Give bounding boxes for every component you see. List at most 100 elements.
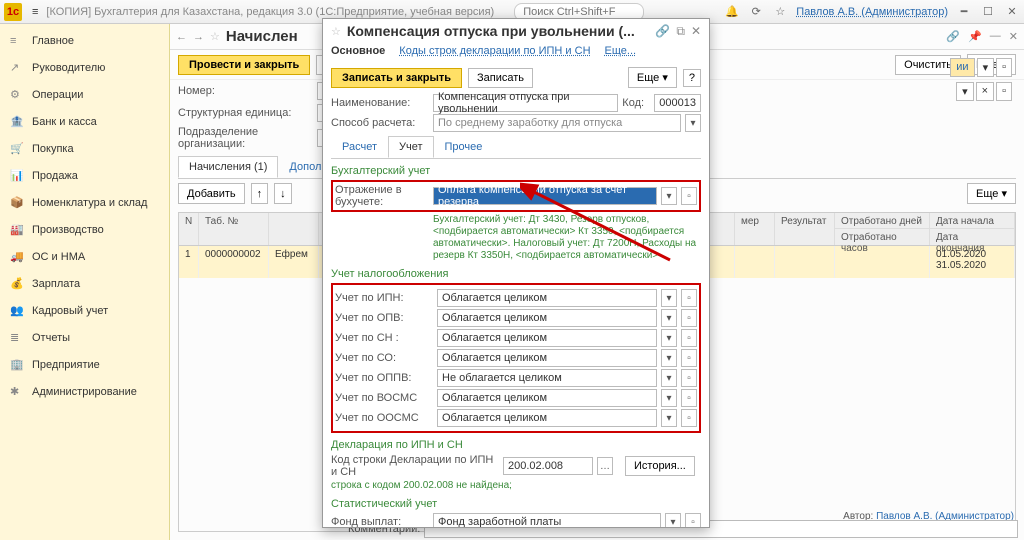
open-icon[interactable]: ▫ bbox=[681, 309, 697, 327]
nav-label: Отчеты bbox=[32, 332, 70, 344]
tab-accruals[interactable]: Начисления (1) bbox=[178, 156, 278, 178]
close-icon[interactable]: ✕ bbox=[691, 24, 701, 38]
link-icon[interactable]: 🔗 bbox=[946, 30, 960, 43]
more-button[interactable]: Еще ▾ bbox=[628, 67, 677, 88]
minimize-icon[interactable]: — bbox=[990, 30, 1001, 43]
pin-icon[interactable]: 📌 bbox=[968, 30, 982, 43]
nav-salary[interactable]: 💰Зарплата bbox=[0, 270, 169, 297]
cell-tab: 0000000002 bbox=[199, 246, 269, 278]
nav-reports[interactable]: ≣Отчеты bbox=[0, 324, 169, 351]
tax-field[interactable]: Облагается целиком bbox=[437, 329, 657, 347]
history-button[interactable]: История... bbox=[625, 456, 695, 476]
dropdown-icon[interactable]: ▾ bbox=[661, 329, 677, 347]
code-field[interactable]: 000013 bbox=[654, 94, 701, 112]
nav-bank[interactable]: 🏦Банк и касса bbox=[0, 108, 169, 135]
tax-field[interactable]: Облагается целиком bbox=[437, 289, 657, 307]
open-icon[interactable]: ▫ bbox=[681, 187, 697, 205]
fav-icon[interactable]: ☆ bbox=[331, 25, 341, 38]
forward-icon[interactable]: → bbox=[193, 31, 204, 43]
nav-sales[interactable]: 📊Продажа bbox=[0, 162, 169, 189]
name-label: Наименование: bbox=[331, 97, 429, 109]
date-start: 01.05.2020 bbox=[936, 249, 1008, 260]
tax-field[interactable]: Облагается целиком bbox=[437, 389, 657, 407]
tax-field[interactable]: Облагается целиком bbox=[437, 409, 657, 427]
nav-manager[interactable]: ↗Руководителю bbox=[0, 54, 169, 81]
nav-hr[interactable]: 👥Кадровый учет bbox=[0, 297, 169, 324]
building-icon: 🏢 bbox=[10, 358, 24, 371]
dropdown-icon[interactable]: ▾ bbox=[661, 389, 677, 407]
open-icon[interactable]: ▫ bbox=[681, 389, 697, 407]
fund-field[interactable]: Фонд заработной платы bbox=[433, 513, 661, 527]
dropdown-icon[interactable]: ▾ bbox=[956, 82, 974, 101]
dropdown-icon[interactable]: ▾ bbox=[685, 114, 701, 132]
tab-other[interactable]: Прочее bbox=[434, 136, 494, 158]
star-icon[interactable]: ☆ bbox=[772, 5, 788, 18]
dropdown-icon[interactable]: ▾ bbox=[661, 289, 677, 307]
open-icon[interactable]: ▫ bbox=[681, 349, 697, 367]
dropdown-icon[interactable]: ▾ bbox=[977, 58, 995, 77]
close-icon[interactable]: ✕ bbox=[1009, 30, 1018, 43]
nav-purchase[interactable]: 🛒Покупка bbox=[0, 135, 169, 162]
link-ipn[interactable]: Коды строк декларации по ИПН и СН bbox=[399, 45, 590, 57]
nav-stock[interactable]: 📦Номенклатура и склад bbox=[0, 189, 169, 216]
fav-icon[interactable]: ☆ bbox=[210, 30, 220, 43]
open-icon[interactable]: ▫ bbox=[685, 513, 701, 527]
menu-icon[interactable]: ≡ bbox=[32, 6, 38, 18]
tax-field[interactable]: Облагается целиком bbox=[437, 309, 657, 327]
dropdown-icon[interactable]: ▾ bbox=[661, 369, 677, 387]
post-close-button[interactable]: Провести и закрыть bbox=[178, 55, 310, 75]
open-icon[interactable]: ▫ bbox=[681, 369, 697, 387]
open-icon[interactable]: ▫ bbox=[681, 409, 697, 427]
dropdown-icon[interactable]: ▾ bbox=[661, 409, 677, 427]
dropdown-icon[interactable]: ▾ bbox=[661, 309, 677, 327]
nav-label: Банк и касса bbox=[32, 116, 97, 128]
user-link[interactable]: Павлов А.В. (Администратор) bbox=[796, 6, 948, 18]
decl-code-field[interactable]: 200.02.008 bbox=[503, 457, 593, 475]
maximize-icon[interactable]: ☐ bbox=[980, 5, 996, 18]
open-icon[interactable]: ▫ bbox=[681, 289, 697, 307]
pick-icon[interactable]: … bbox=[597, 457, 613, 475]
dropdown-icon[interactable]: ▾ bbox=[661, 187, 677, 205]
reflection-field[interactable]: Оплата компенсации отпуска за счет резер… bbox=[433, 187, 657, 205]
grid-more-button[interactable]: Еще ▾ bbox=[967, 183, 1016, 204]
nav-assets[interactable]: 🚚ОС и НМА bbox=[0, 243, 169, 270]
save-button[interactable]: Записать bbox=[468, 68, 533, 88]
refresh-icon[interactable]: ⟳ bbox=[748, 5, 764, 18]
nav-admin[interactable]: ✱Администрирование bbox=[0, 378, 169, 405]
minimize-icon[interactable]: ━ bbox=[956, 5, 972, 18]
nav-company[interactable]: 🏢Предприятие bbox=[0, 351, 169, 378]
link-icon[interactable]: 🔗 bbox=[655, 24, 670, 38]
close-icon[interactable]: ✕ bbox=[1004, 5, 1020, 18]
open-icon[interactable]: ▫ bbox=[996, 82, 1012, 101]
open-icon[interactable]: ▫ bbox=[681, 329, 697, 347]
up-icon[interactable]: ↑ bbox=[251, 183, 269, 204]
bell-icon[interactable]: 🔔 bbox=[724, 5, 740, 18]
tax-field[interactable]: Облагается целиком bbox=[437, 349, 657, 367]
down-icon[interactable]: ↓ bbox=[274, 183, 292, 204]
tab-calc[interactable]: Расчет bbox=[331, 136, 388, 158]
factory-icon: 🏭 bbox=[10, 223, 24, 236]
tax-label: Учет по ОППВ: bbox=[335, 372, 433, 384]
link-main[interactable]: Основное bbox=[331, 45, 385, 57]
link-more[interactable]: Еще... bbox=[605, 45, 637, 57]
save-close-button[interactable]: Записать и закрыть bbox=[331, 68, 462, 88]
dropdown-icon[interactable]: ▾ bbox=[665, 513, 681, 527]
unit-label: Структурная единица: bbox=[178, 107, 313, 119]
name-field[interactable]: Компенсация отпуска при увольнении bbox=[433, 94, 618, 112]
accounting-hint: Бухгалтерский учет: Дт 3430, Резерв отпу… bbox=[433, 214, 701, 262]
calc-field[interactable]: По среднему заработку для отпуска bbox=[433, 114, 681, 132]
back-icon[interactable]: ← bbox=[176, 31, 187, 43]
tax-field[interactable]: Не облагается целиком bbox=[437, 369, 657, 387]
help-icon[interactable]: ? bbox=[683, 69, 701, 87]
open-icon[interactable]: ▫ bbox=[996, 58, 1012, 77]
clear-icon[interactable]: × bbox=[976, 82, 994, 101]
detach-icon[interactable]: ⧉ bbox=[676, 24, 685, 39]
nav-production[interactable]: 🏭Производство bbox=[0, 216, 169, 243]
nav-main[interactable]: ≡Главное bbox=[0, 28, 169, 54]
add-button[interactable]: Добавить bbox=[178, 183, 245, 204]
select-button[interactable]: ии bbox=[950, 58, 974, 77]
dropdown-icon[interactable]: ▾ bbox=[661, 349, 677, 367]
nav-operations[interactable]: ⚙Операции bbox=[0, 81, 169, 108]
tab-accounting[interactable]: Учет bbox=[388, 136, 434, 158]
truck-icon: 🚚 bbox=[10, 250, 24, 263]
